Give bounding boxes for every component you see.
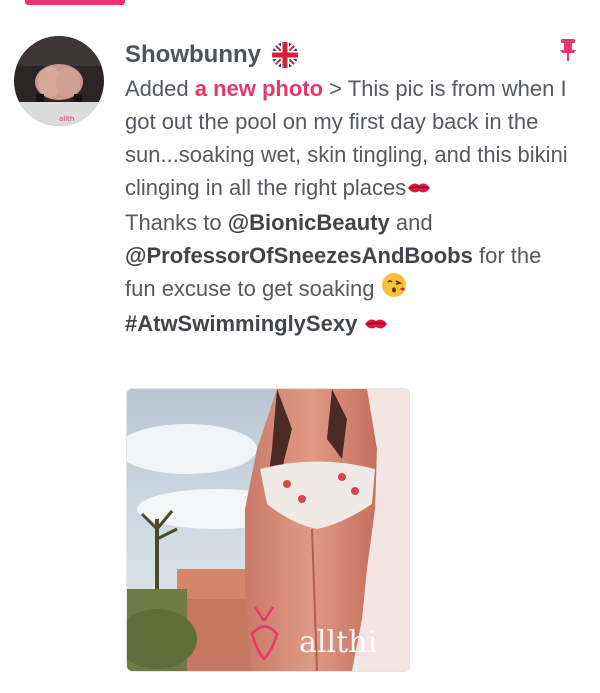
pin-icon[interactable] [558, 38, 578, 62]
hashtag-link[interactable]: #AtwSwimminglySexy [125, 311, 357, 336]
username-link[interactable]: Showbunny [125, 41, 261, 69]
post-body: Showbunny Added a new photo > This pic i… [125, 36, 570, 342]
avatar-watermark: allth [59, 115, 74, 123]
face-blowing-kiss-icon [381, 272, 407, 307]
uk-flag-icon [271, 41, 299, 69]
post-photo[interactable]: allthi [126, 388, 410, 672]
mention-bionicbeauty[interactable]: @BionicBeauty [228, 210, 390, 235]
kiss-mark-icon [406, 173, 432, 206]
kiss-mark-icon [363, 309, 389, 342]
new-photo-link[interactable]: a new photo [195, 76, 323, 101]
avatar[interactable]: allth [14, 36, 104, 126]
avatar-image: allth [14, 36, 104, 126]
photo-watermark: allthi [299, 625, 378, 660]
mention-professorofsneezesandboobs[interactable]: @ProfessorOfSneezesAndBoobs [125, 243, 473, 268]
top-tab-indicator [25, 0, 125, 5]
action-prefix: Added [125, 76, 195, 101]
and-word: and [389, 209, 433, 235]
action-separator: > [323, 76, 348, 101]
thanks-prefix: Thanks to [125, 209, 228, 235]
